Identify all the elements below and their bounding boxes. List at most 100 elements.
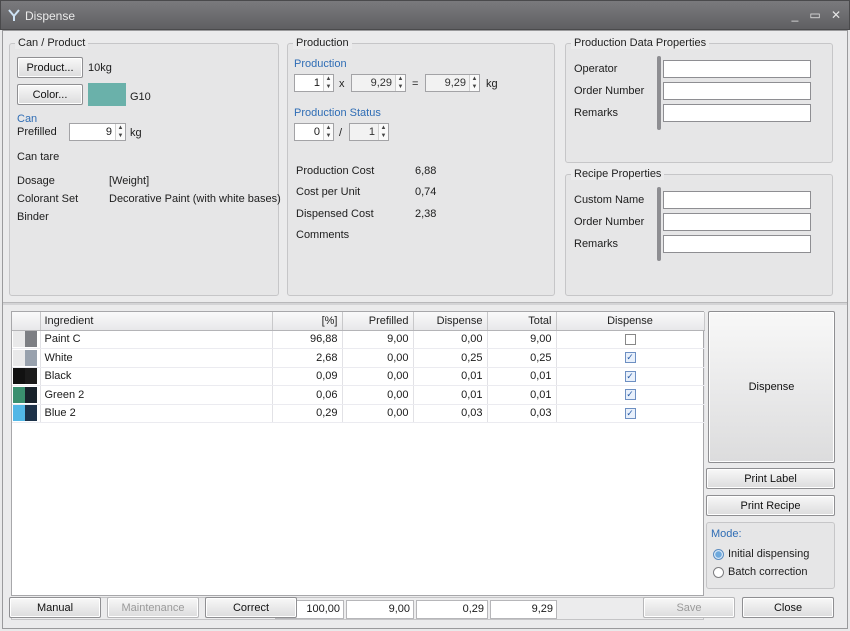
order-number-label: Order Number — [574, 85, 645, 97]
ingredient-swatch — [12, 330, 41, 349]
prefilled-label: Prefilled — [17, 126, 57, 138]
cost-per-unit-label: Cost per Unit — [296, 186, 361, 198]
result-value: 9,29 — [444, 77, 466, 89]
manual-button[interactable]: Manual — [9, 597, 101, 618]
ingredient-name: White — [40, 348, 273, 368]
prefilled-input[interactable]: 9 ▲ ▼ — [69, 123, 126, 141]
print-label-button[interactable]: Print Label — [706, 468, 835, 489]
minimize-icon[interactable]: _ — [787, 7, 803, 23]
colorant-set-label: Colorant Set — [17, 193, 79, 205]
ingredient-total: 0,25 — [487, 348, 557, 368]
status-slash: / — [339, 127, 343, 139]
window-title: Dispense — [25, 9, 76, 23]
equals-sign: = — [412, 78, 419, 90]
color-value: G10 — [130, 91, 151, 103]
product-value: 10kg — [88, 62, 112, 74]
total-total: 9,29 — [490, 600, 557, 619]
result-unit: kg — [486, 78, 498, 90]
production-quantity-input[interactable]: 1 ▲ ▼ — [294, 74, 334, 92]
unit-amount-value: 9,29 — [370, 77, 392, 89]
column-header-dispense[interactable]: Dispense — [413, 312, 488, 331]
order-number-input[interactable] — [663, 82, 811, 100]
ingredient-grid[interactable]: Ingredient [%] Prefilled Dispense Total … — [11, 311, 705, 596]
recipe-remarks-label: Remarks — [574, 238, 619, 250]
ingredient-color-a — [13, 386, 25, 403]
production-group: Production Production 1 ▲ ▼ x 9,29 ▲ ▼ = 9… — [287, 37, 555, 296]
dispense-checkbox[interactable]: ✓ — [624, 407, 636, 419]
ingredient-dispense: 0,01 — [413, 367, 488, 386]
ingredient-dispense-cell: ✓ — [556, 367, 705, 386]
colorant-set-value: Decorative Paint (with white bases) — [109, 193, 281, 205]
production-data-splitter[interactable] — [657, 56, 661, 130]
close-button[interactable]: Close — [742, 597, 834, 618]
status-done-input[interactable]: 0 ▲ ▼ — [294, 123, 334, 141]
status-total-input: 1 ▲ ▼ — [349, 123, 389, 141]
custom-name-input[interactable] — [663, 191, 811, 209]
product-button[interactable]: Product... — [17, 57, 83, 78]
maximize-icon[interactable]: ▭ — [807, 7, 823, 23]
can-heading: Can — [17, 113, 38, 125]
column-header-dispense-check[interactable]: Dispense — [556, 312, 705, 331]
ingredient-prefilled: 0,00 — [342, 385, 414, 405]
color-button[interactable]: Color... — [17, 84, 83, 105]
dispense-checkbox[interactable] — [624, 333, 636, 345]
panel-splitter[interactable] — [3, 302, 847, 305]
dispense-button[interactable]: Dispense — [708, 311, 835, 463]
comments-label: Comments — [296, 229, 350, 241]
column-header-total[interactable]: Total — [487, 312, 557, 331]
prefilled-spinner[interactable]: ▲ ▼ — [115, 124, 125, 140]
ingredient-percent: 96,88 — [272, 330, 343, 349]
recipe-order-number-input[interactable] — [663, 213, 811, 231]
table-row[interactable]: White 2,68 0,00 0,25 0,25 ✓ — [12, 348, 705, 368]
ingredient-color-a — [13, 405, 25, 422]
column-header-ingredient[interactable]: Ingredient — [40, 312, 273, 331]
ingredient-color-a — [13, 368, 25, 385]
ingredient-color-b — [25, 349, 37, 366]
ingredient-dispense: 0,03 — [413, 404, 488, 423]
ingredient-swatch — [12, 367, 41, 386]
column-header-prefilled[interactable]: Prefilled — [342, 312, 414, 331]
mode-initial-label[interactable]: Initial dispensing — [728, 548, 809, 560]
table-row[interactable]: Paint C 96,88 9,00 0,00 9,00 — [12, 330, 705, 349]
operator-input[interactable] — [663, 60, 811, 78]
column-header-percent[interactable]: [%] — [272, 312, 343, 331]
dispense-checkbox[interactable]: ✓ — [624, 370, 636, 382]
save-button[interactable]: Save — [643, 597, 735, 618]
times-sign: x — [339, 78, 345, 90]
status-done-spinner[interactable]: ▲ ▼ — [323, 124, 333, 140]
ingredient-swatch — [12, 385, 41, 405]
app-icon — [8, 9, 20, 21]
mode-batch-label[interactable]: Batch correction — [728, 566, 807, 578]
recipe-group: Recipe Properties Custom Name Order Numb… — [565, 168, 833, 296]
recipe-splitter[interactable] — [657, 187, 661, 261]
recipe-legend: Recipe Properties — [571, 168, 665, 180]
recipe-remarks-input[interactable] — [663, 235, 811, 253]
production-quantity-spinner[interactable]: ▲ ▼ — [323, 75, 333, 91]
unit-amount-spinner[interactable]: ▲ ▼ — [395, 75, 405, 91]
ingredient-prefilled: 0,00 — [342, 348, 414, 368]
table-row[interactable]: Blue 2 0,29 0,00 0,03 0,03 ✓ — [12, 404, 705, 423]
ingredient-color-b — [25, 368, 37, 385]
can-product-legend: Can / Product — [15, 37, 89, 49]
correct-button[interactable]: Correct — [205, 597, 297, 618]
status-total-spinner: ▲ ▼ — [378, 124, 388, 140]
unit-amount-input[interactable]: 9,29 ▲ ▼ — [351, 74, 406, 92]
ingredient-percent: 2,68 — [272, 348, 343, 368]
ingredient-dispense: 0,01 — [413, 385, 488, 405]
ingredient-name: Green 2 — [40, 385, 273, 405]
ingredient-color-b — [25, 331, 37, 348]
remarks-input[interactable] — [663, 104, 811, 122]
table-row[interactable]: Black 0,09 0,00 0,01 0,01 ✓ — [12, 367, 705, 386]
mode-batch-radio[interactable] — [713, 567, 724, 578]
production-data-legend: Production Data Properties — [571, 37, 710, 49]
production-legend: Production — [293, 37, 352, 49]
print-recipe-button[interactable]: Print Recipe — [706, 495, 835, 516]
maintenance-button[interactable]: Maintenance — [107, 597, 199, 618]
dispense-checkbox[interactable]: ✓ — [624, 389, 636, 401]
total-prefilled: 9,00 — [346, 600, 414, 619]
mode-initial-radio[interactable] — [713, 549, 724, 560]
table-row[interactable]: Green 2 0,06 0,00 0,01 0,01 ✓ — [12, 385, 705, 405]
close-window-icon[interactable]: ✕ — [828, 7, 844, 23]
ingredient-color-a — [13, 331, 25, 348]
dispense-checkbox[interactable]: ✓ — [624, 352, 636, 364]
